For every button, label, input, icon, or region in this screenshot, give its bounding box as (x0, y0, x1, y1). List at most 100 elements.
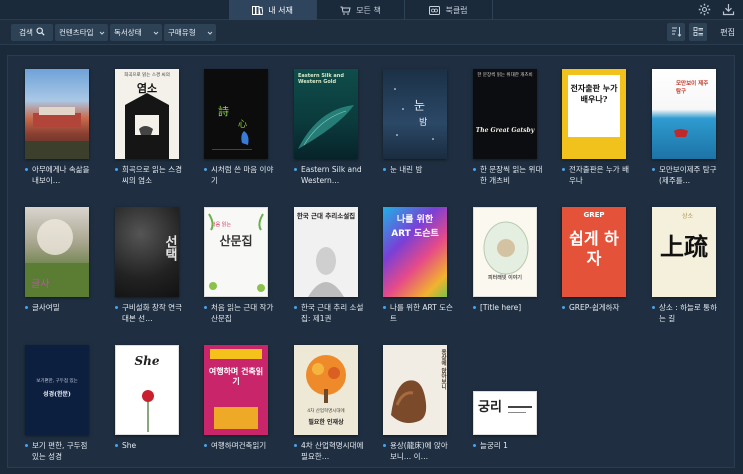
cover-title: 선택 (162, 235, 177, 261)
book-title: 눈 내린 밤 (383, 164, 453, 175)
book-title: 한 문장씩 읽는 위대한 개츠비 (473, 164, 543, 186)
search-label: 검색 (19, 28, 33, 37)
cover-title: 성경(한문) (43, 391, 71, 398)
tab-my-library[interactable]: 내 서재 (229, 0, 317, 20)
book-item[interactable]: 한 문장씩 읽는 위대한 개츠비 The Great Gatsby 한 문장씩 … (473, 69, 543, 186)
cover-title: 피터래빗 이야기 (488, 275, 522, 281)
book-item[interactable]: 피터래빗 이야기 [Title here] (473, 207, 543, 313)
book-cover: Eastern Silk and Western Gold (294, 69, 358, 159)
book-title: 시처럼 쓴 마음 이야기 (204, 164, 274, 186)
book-item[interactable]: 상소 上疏 상소 : 하늘로 통하는 길 (652, 207, 722, 324)
book-title: [Title here] (473, 302, 543, 313)
book-cover: GREP 쉽게 하자 (562, 207, 626, 297)
book-cover: 피터래빗 이야기 (473, 207, 537, 297)
dropdown-label: 컨텐츠타입 (59, 28, 94, 37)
book-item[interactable]: 궁리 늘궁리 1 (473, 391, 543, 451)
toolbar: 검색 컨텐츠타입 독서상태 구매유형 편집 (0, 20, 743, 45)
reading-status-dropdown[interactable]: 독서상태 (110, 24, 162, 41)
cover-subtitle: 한 문장씩 읽는 위대한 개츠비 (477, 73, 533, 78)
book-item[interactable]: 4차 산업혁명시대에 필요한 인재상 4차 산업혁명시대에 필요한… (294, 345, 364, 462)
svg-text:글사: 글사 (31, 278, 49, 290)
book-item[interactable]: 아무에게나 속삶을 내보이… (25, 69, 95, 186)
book-cover: 선택 (115, 207, 179, 297)
svg-text:詩: 詩 (218, 105, 229, 118)
book-item[interactable]: 희곡으로 읽는 스경 씨의 염소 희곡으로 읽는 스경 씨의 염소 (115, 69, 185, 186)
cart-icon (340, 6, 351, 15)
book-cover: 눈밤 (383, 69, 447, 159)
book-title: 모만보이제주 탐구(제주를… (652, 164, 722, 186)
cover-subtitle: 보기편한, 구두점 있는 (36, 379, 78, 384)
cover-title: 전자출판 누가 배우나? (570, 83, 618, 104)
book-item[interactable]: 한국 근대 추리소설집 한국 근대 추리 소설집: 제1권 (294, 207, 364, 324)
cover-title: 쉽게 하자 (569, 229, 619, 268)
book-cover: 처음 읽는 산문집 (204, 207, 268, 297)
book-item[interactable]: GREP 쉽게 하자 GREP-쉽게하자 (562, 207, 632, 313)
tab-label: 내 서재 (268, 5, 293, 15)
list-view-icon (693, 26, 704, 39)
book-cover: She (115, 345, 179, 435)
book-item[interactable]: 모만보이 제주탐구 모만보이제주 탐구(제주를… (652, 69, 722, 186)
svg-text:밤: 밤 (419, 117, 427, 128)
book-item[interactable]: 처음 읽는 산문집 처음 읽는 근대 작가 산문집 (204, 207, 274, 324)
bookshelf-icon (252, 5, 264, 15)
book-title: 글사여밀 (25, 302, 95, 313)
book-cover: 용상에 앉아보니 (383, 345, 447, 435)
book-title: GREP-쉽게하자 (562, 302, 632, 313)
cover-title: The Great Gatsby (475, 127, 535, 134)
book-title: 구비설화 창작 연극대본 선… (115, 302, 185, 324)
book-title: 4차 산업혁명시대에 필요한… (294, 440, 364, 462)
content-type-dropdown[interactable]: 컨텐츠타입 (55, 24, 108, 41)
book-cover: 희곡으로 읽는 스경 씨의 염소 (115, 69, 179, 159)
book-item[interactable]: 보기편한, 구두점 있는 성경(한문) 보기 편한, 구두점 있는 성경 (25, 345, 95, 462)
book-title: 상소 : 하늘로 통하는 길 (652, 302, 722, 324)
cover-title: 필요한 인재상 (308, 419, 344, 426)
edit-button[interactable]: 편집 (720, 27, 735, 38)
chevron-down-icon (207, 29, 213, 38)
chevron-down-icon (153, 29, 159, 38)
book-item[interactable]: 나를 위한 ART 도슨트 나를 위한 ART 도슨트 (383, 207, 453, 324)
book-item[interactable]: She She (115, 345, 185, 451)
book-cover (25, 69, 89, 159)
book-cover: 한 문장씩 읽는 위대한 개츠비 The Great Gatsby (473, 69, 537, 159)
tab-bookclub[interactable]: 북클럽 (405, 0, 493, 20)
list-view-button[interactable] (689, 23, 708, 41)
sort-icon (671, 26, 682, 39)
book-cover: 궁리 (473, 391, 537, 435)
book-cover: 모만보이 제주탐구 (652, 69, 716, 159)
tab-all-books[interactable]: 모든 책 (317, 0, 405, 20)
sort-button[interactable] (667, 23, 686, 41)
library-panel: 아무에게나 속삶을 내보이… 희곡으로 읽는 스경 씨의 염소 희곡으로 읽는 … (7, 55, 735, 468)
chevron-down-icon (99, 29, 105, 38)
book-title: Eastern Silk and Western… (294, 164, 364, 186)
download-icon[interactable] (721, 2, 735, 16)
view-tools: 편집 (667, 23, 735, 41)
purchase-type-dropdown[interactable]: 구매유형 (164, 24, 216, 41)
book-item[interactable]: 詩心 시처럼 쓴 마음 이야기 (204, 69, 274, 186)
search-button[interactable]: 검색 (11, 24, 53, 41)
dropdown-label: 독서상태 (114, 28, 142, 37)
book-title: 나를 위한 ART 도슨트 (383, 302, 453, 324)
settings-icon[interactable] (697, 2, 711, 16)
book-item[interactable]: 용상에 앉아보니 용상(龍床)에 앉아보니… 이… (383, 345, 453, 462)
book-item[interactable]: 글사 글사여밀 (25, 207, 95, 313)
book-cover: 詩心 (204, 69, 268, 159)
book-title: 보기 편한, 구두점 있는 성경 (25, 440, 95, 462)
book-title: 전자출판은 누가 배우나 (562, 164, 632, 186)
book-cover: 여행하며 건축읽기 (204, 345, 268, 435)
book-item[interactable]: 눈밤 눈 내린 밤 (383, 69, 453, 175)
svg-text:心: 心 (238, 119, 247, 130)
book-item[interactable]: 선택 구비설화 창작 연극대본 선… (115, 207, 185, 324)
book-title: She (115, 440, 185, 451)
book-item[interactable]: 여행하며 건축읽기 여행하며건축읽기 (204, 345, 274, 451)
search-icon (36, 27, 45, 38)
top-icons (697, 2, 735, 16)
book-item[interactable]: Eastern Silk and Western Gold Eastern Si… (294, 69, 364, 186)
book-cover: 전자출판 누가 배우나? (562, 69, 626, 159)
cover-title: 上疏 (660, 232, 708, 261)
main-tabs: 내 서재 모든 책 북클럽 (229, 0, 493, 20)
book-cover: 상소 上疏 (652, 207, 716, 297)
book-cover: 4차 산업혁명시대에 필요한 인재상 (294, 345, 358, 435)
book-item[interactable]: 전자출판 누가 배우나? 전자출판은 누가 배우나 (562, 69, 632, 186)
book-title: 아무에게나 속삶을 내보이… (25, 164, 95, 186)
bookclub-icon (429, 5, 441, 15)
